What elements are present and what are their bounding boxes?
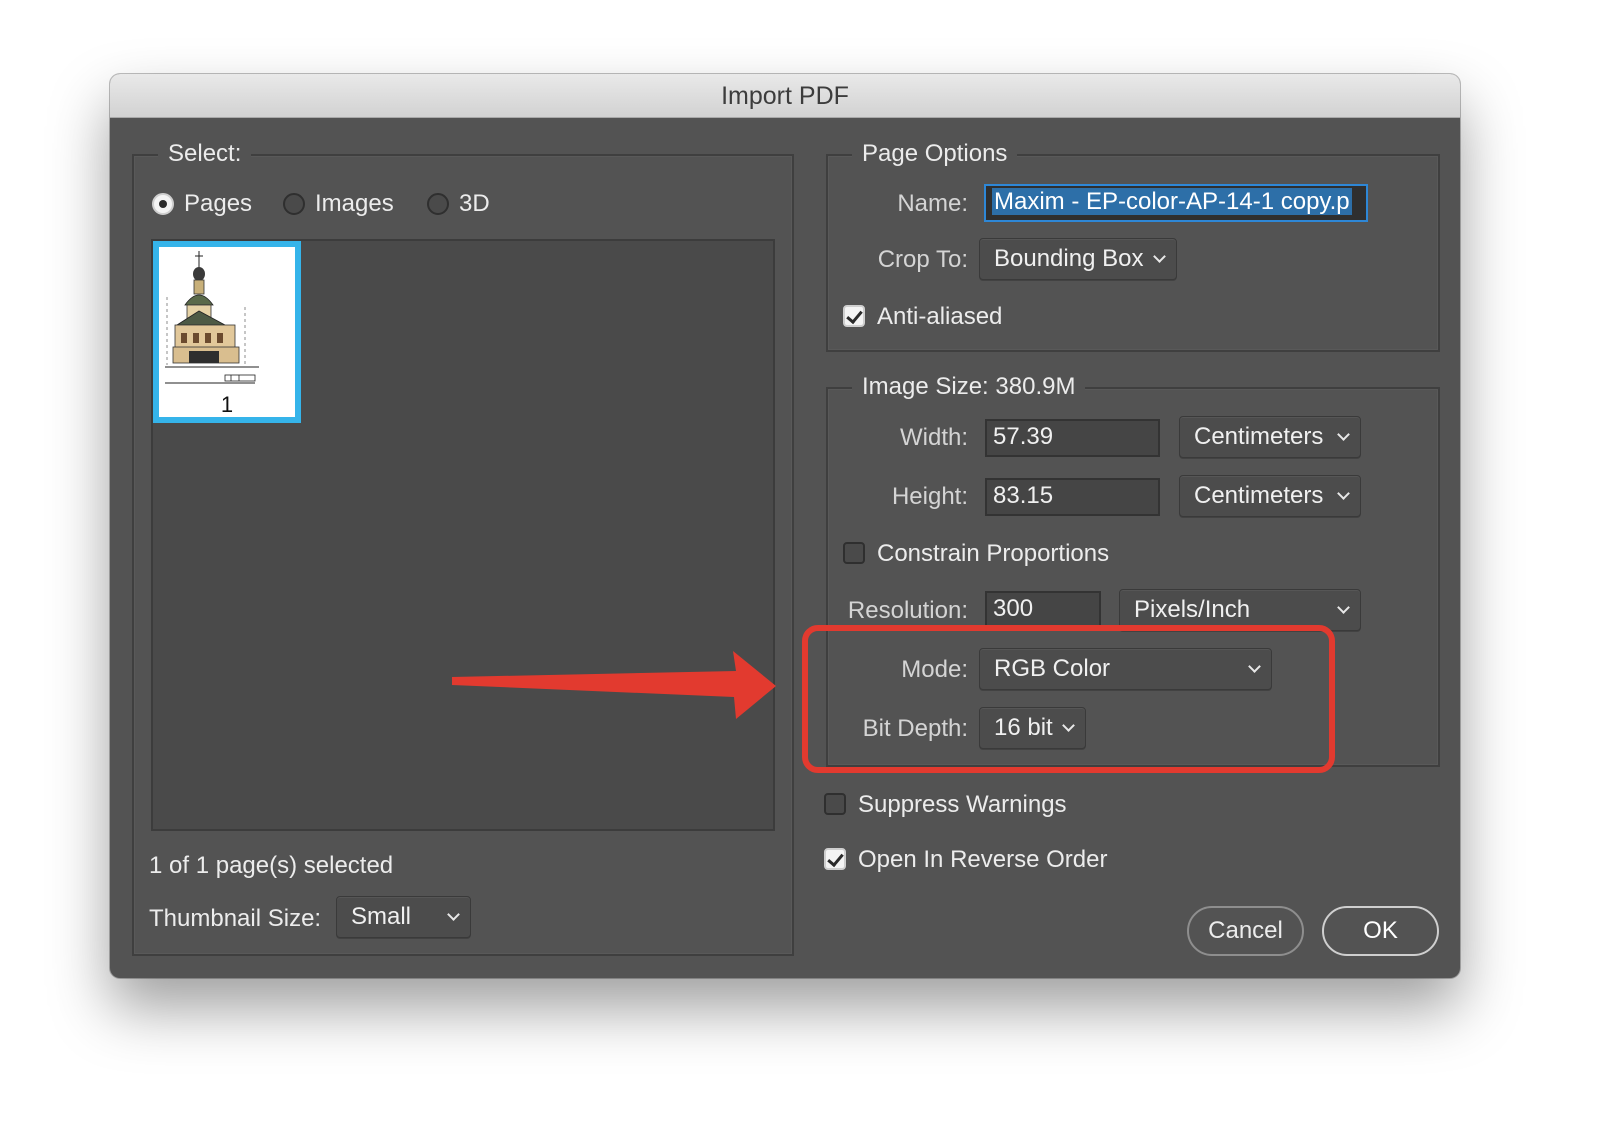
highlight-box: [802, 625, 1335, 773]
resolution-unit-value: Pixels/Inch: [1134, 596, 1251, 623]
thumbnail-size-label: Thumbnail Size:: [149, 905, 322, 932]
reverse-order-label[interactable]: Open In Reverse Order: [858, 846, 1107, 874]
chevron-down-icon: [1337, 428, 1350, 441]
suppress-warnings-label[interactable]: Suppress Warnings: [858, 791, 1067, 819]
pages-radio[interactable]: [152, 193, 174, 215]
church-drawing-icon: [165, 251, 259, 384]
page-thumbnail-image: 1: [159, 247, 295, 417]
3d-radio[interactable]: [427, 193, 449, 215]
resolution-value: 300: [993, 595, 1034, 622]
page-thumbnail[interactable]: 1: [153, 241, 301, 423]
selection-status: 1 of 1 page(s) selected: [149, 852, 394, 879]
resolution-label: Resolution:: [847, 597, 968, 624]
height-unit-dropdown[interactable]: Centimeters: [1179, 475, 1361, 517]
width-label: Width:: [899, 424, 968, 451]
anti-aliased-label[interactable]: Anti-aliased: [877, 303, 1002, 331]
thumbnail-size-value: Small: [351, 903, 412, 930]
chevron-down-icon: [447, 908, 460, 921]
annotation-arrow-icon: [452, 651, 776, 719]
width-field[interactable]: 57.39: [985, 419, 1160, 457]
checkmark-icon: [846, 306, 863, 325]
pages-radio-label[interactable]: Pages: [184, 190, 252, 218]
anti-aliased-checkbox[interactable]: [843, 305, 865, 327]
name-label: Name:: [897, 190, 968, 217]
width-unit-value: Centimeters: [1194, 423, 1324, 450]
select-legend: Select:: [158, 140, 252, 168]
chevron-down-icon: [1153, 250, 1166, 263]
reverse-order-checkbox[interactable]: [824, 848, 846, 870]
height-field[interactable]: 83.15: [985, 478, 1160, 516]
crop-to-dropdown[interactable]: Bounding Box: [979, 238, 1177, 280]
chevron-down-icon: [1337, 601, 1350, 614]
crop-to-value: Bounding Box: [994, 245, 1144, 272]
constrain-proportions-label[interactable]: Constrain Proportions: [877, 540, 1109, 568]
images-radio-label[interactable]: Images: [315, 190, 394, 218]
name-field-value: Maxim - EP-color-AP-14-1 copy.p: [992, 188, 1352, 215]
chevron-down-icon: [1337, 487, 1350, 500]
page-thumbnail-number: 1: [220, 392, 234, 417]
image-size-legend: Image Size: 380.9M: [852, 373, 1086, 401]
resolution-field[interactable]: 300: [985, 591, 1101, 629]
thumbnail-size-dropdown[interactable]: Small: [336, 896, 471, 938]
suppress-warnings-checkbox[interactable]: [824, 793, 846, 815]
height-unit-value: Centimeters: [1194, 482, 1324, 509]
height-value: 83.15: [993, 482, 1054, 509]
images-radio[interactable]: [283, 193, 305, 215]
page-options-legend: Page Options: [852, 140, 1018, 168]
cancel-button[interactable]: Cancel: [1187, 906, 1304, 956]
crop-to-label: Crop To:: [877, 246, 968, 273]
dialog-title: Import PDF: [110, 74, 1460, 118]
checkmark-icon: [827, 849, 844, 868]
3d-radio-label[interactable]: 3D: [459, 190, 490, 218]
constrain-proportions-checkbox[interactable]: [843, 542, 865, 564]
name-field[interactable]: Maxim - EP-color-AP-14-1 copy.p: [984, 184, 1368, 222]
height-label: Height:: [891, 483, 968, 510]
width-value: 57.39: [993, 423, 1054, 450]
width-unit-dropdown[interactable]: Centimeters: [1179, 416, 1361, 458]
ok-button[interactable]: OK: [1322, 906, 1439, 956]
